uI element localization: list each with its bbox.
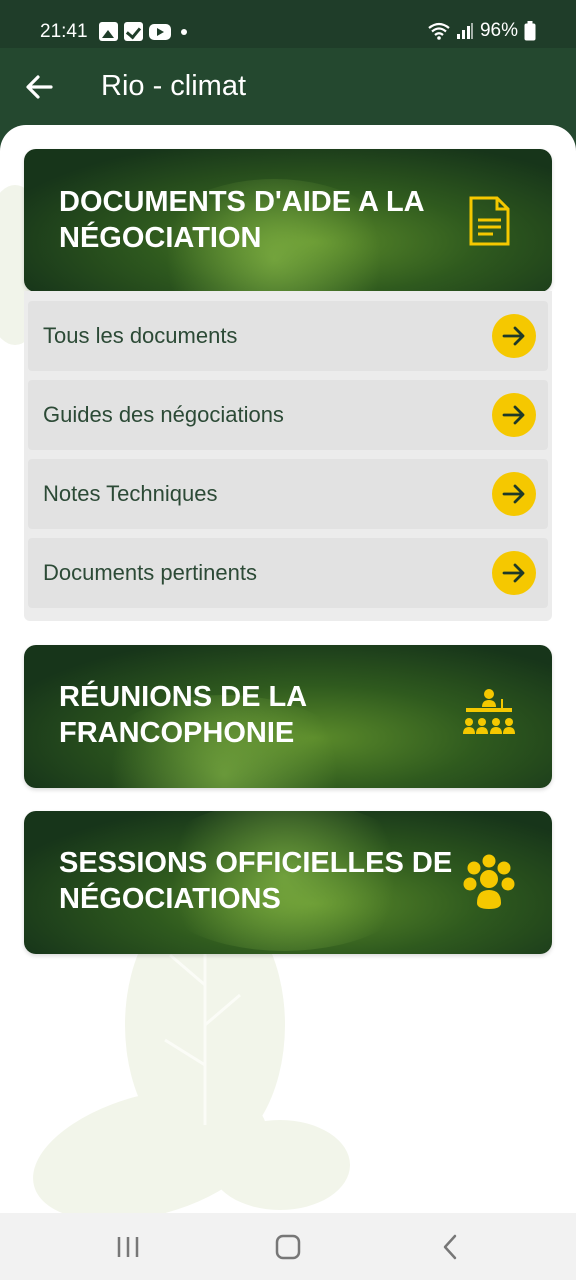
battery-percent: 96% <box>479 20 518 41</box>
submenu-item-label: Documents pertinents <box>43 560 257 585</box>
section-reunions-header[interactable]: RÉUNIONS DE LA FRANCOPHONIE <box>24 645 552 788</box>
arrow-right-icon <box>492 393 536 437</box>
recent-apps-icon <box>117 1237 139 1257</box>
arrow-right-icon <box>492 314 536 358</box>
section-title-line: NÉGOCIATIONS <box>59 883 281 915</box>
meeting-icon <box>463 689 515 734</box>
documents-submenu: Tous les documents Guides des négociatio… <box>24 291 552 621</box>
submenu-item-guides[interactable]: Guides des négociations <box>28 380 548 450</box>
dot-icon <box>181 28 187 35</box>
system-icons: 96% <box>428 20 536 42</box>
status-time: 21:41 <box>40 21 88 42</box>
check-icon <box>124 22 143 41</box>
submenu-item-tous-les-documents[interactable]: Tous les documents <box>28 301 548 371</box>
home-icon <box>275 1234 301 1260</box>
section-title-line: DOCUMENTS D'AIDE A LA <box>59 186 425 218</box>
signal-icon <box>456 22 474 40</box>
submenu-item-label: Notes Techniques <box>43 481 218 506</box>
content-area: DOCUMENTS D'AIDE A LA NÉGOCIATION Tous l… <box>0 125 576 1213</box>
arrow-right-icon <box>492 551 536 595</box>
section-title-line: SESSIONS OFFICIELLES DE <box>59 847 453 879</box>
section-documents-header[interactable]: DOCUMENTS D'AIDE A LA NÉGOCIATION <box>24 149 552 292</box>
submenu-item-documents-pertinents[interactable]: Documents pertinents <box>28 538 548 608</box>
back-button[interactable] <box>22 70 56 104</box>
battery-icon <box>524 21 536 41</box>
status-bar: 21:41 96% <box>0 0 576 48</box>
document-icon <box>469 196 510 246</box>
submenu-item-label: Tous les documents <box>43 323 238 348</box>
section-reunions-title: RÉUNIONS DE LA FRANCOPHONIE <box>59 679 307 751</box>
gallery-icon <box>99 22 118 41</box>
back-icon <box>443 1234 457 1260</box>
notification-icons <box>99 22 187 41</box>
nav-back-button[interactable] <box>436 1233 466 1261</box>
section-title-line: FRANCOPHONIE <box>59 717 295 749</box>
submenu-item-notes-techniques[interactable]: Notes Techniques <box>28 459 548 529</box>
section-title-line: NÉGOCIATION <box>59 222 262 254</box>
app-bar: Rio - climat <box>0 48 576 125</box>
arrow-right-icon <box>492 472 536 516</box>
submenu-item-label: Guides des négociations <box>43 402 284 427</box>
section-title-line: RÉUNIONS DE LA <box>59 681 308 713</box>
wifi-icon <box>428 22 450 40</box>
home-button[interactable] <box>273 1233 303 1261</box>
section-sessions-title: SESSIONS OFFICIELLES DE NÉGOCIATIONS <box>59 845 452 917</box>
section-documents-title: DOCUMENTS D'AIDE A LA NÉGOCIATION <box>59 184 425 256</box>
section-sessions-header[interactable]: SESSIONS OFFICIELLES DE NÉGOCIATIONS <box>24 811 552 954</box>
page-title: Rio - climat <box>101 70 247 102</box>
recent-apps-button[interactable] <box>114 1233 144 1261</box>
system-nav-bar <box>0 1213 576 1280</box>
arrow-left-icon <box>26 75 53 99</box>
youtube-icon <box>149 23 171 40</box>
group-icon <box>463 854 515 909</box>
